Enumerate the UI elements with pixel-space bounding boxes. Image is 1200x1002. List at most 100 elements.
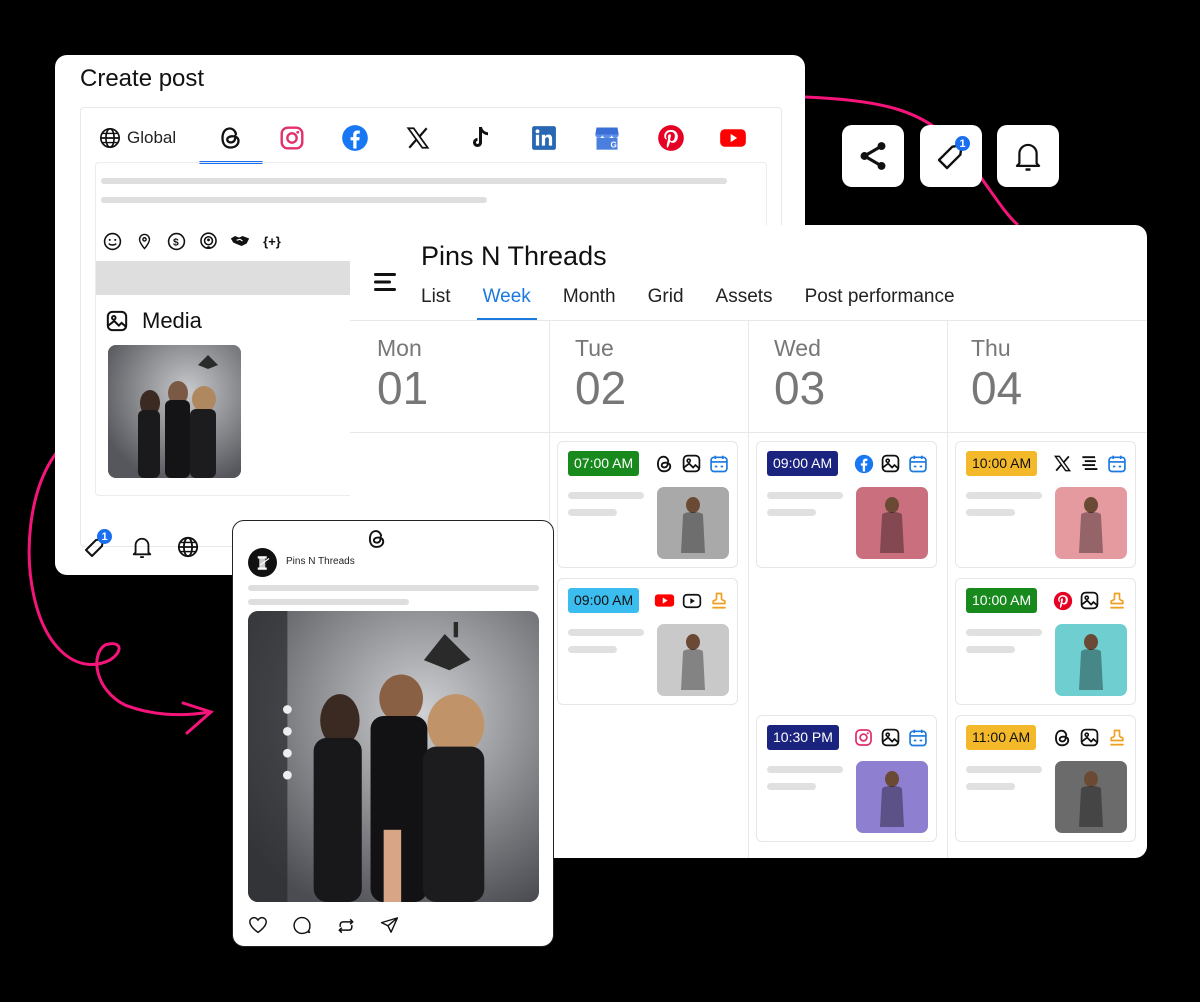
x-icon [406,127,430,149]
tab-tiktok[interactable] [469,118,493,158]
threads-icon [1052,727,1073,748]
post-thumbnail [657,487,729,559]
text-placeholder-line [966,646,1015,653]
variable-icon[interactable]: {+} [262,231,282,251]
editor-toolbar: $ {+} [102,231,282,251]
comment-button[interactable] [292,916,312,936]
media-thumbnail[interactable] [108,345,241,478]
linkedin-icon [532,126,556,150]
send-button[interactable] [380,916,399,936]
like-button[interactable] [248,916,268,936]
comment-icon [293,916,311,935]
google-business-icon: G [595,127,619,150]
tab-youtube[interactable] [719,118,747,158]
globe-icon [100,128,120,148]
stamp-icon [1106,590,1127,611]
text-placeholder-line [966,509,1015,516]
menu-button[interactable] [373,271,397,293]
emoji-icon[interactable] [102,231,122,251]
calendar-icon [907,453,928,474]
scheduled-post-card[interactable]: 09:00 AM [756,441,937,568]
tab-linkedin[interactable] [531,118,557,158]
scheduled-post-card[interactable]: 07:00 AM [557,441,738,568]
brand-name: Pins N Threads [421,241,607,271]
post-icons [1052,590,1127,611]
instagram-icon [280,126,304,150]
post-actions [248,916,399,936]
tab-pinterest[interactable] [657,118,685,158]
tab-threads[interactable] [199,118,263,164]
tiktok-icon [473,127,488,147]
repost-button[interactable] [336,916,356,936]
calendar-icon [1106,453,1127,474]
tab-month[interactable]: Month [557,285,622,320]
avatar [248,548,277,577]
create-post-title: Create post [80,65,205,92]
pinterest-icon [1052,590,1073,611]
podcast-icon[interactable] [198,231,218,251]
day-date: 04 [971,362,1023,414]
globe-button[interactable] [177,536,199,558]
threads-icon [221,127,240,149]
post-icons [654,590,729,611]
dollar-icon[interactable]: $ [166,231,186,251]
day-name: Tue [575,335,614,361]
text-placeholder-line [248,585,539,591]
repost-icon [338,918,354,934]
tag-float-button[interactable]: 1 [920,125,982,187]
tag-count-badge: 1 [955,136,970,151]
facebook-icon [853,453,874,474]
notification-button[interactable] [131,535,153,559]
x-icon [1052,453,1073,474]
tab-x[interactable] [405,118,431,158]
editor-divider-bar [96,261,356,295]
text-icon [1079,453,1100,474]
tab-global[interactable]: Global [99,118,176,158]
text-placeholder-line [966,766,1042,773]
media-label: Media [142,308,202,333]
text-placeholder-line [966,492,1042,499]
text-placeholder-line [767,766,843,773]
tab-week[interactable]: Week [476,285,538,320]
scheduled-post-card[interactable]: 10:00 AM [955,441,1136,568]
post-thumbnail [1055,761,1127,833]
video-icon [681,590,702,611]
tab-assets[interactable]: Assets [710,285,779,320]
tab-google-business[interactable]: G [593,118,621,158]
post-time-badge: 07:00 AM [568,451,640,476]
tab-post-performance[interactable]: Post performance [799,285,961,320]
handshake-icon[interactable] [230,231,250,251]
post-image [248,611,539,902]
tab-instagram[interactable] [279,118,305,158]
text-placeholder-line [767,783,816,790]
day-header-thu: Thu 04 [971,335,1022,412]
tag-button[interactable]: 1 [83,529,112,559]
notification-float-button[interactable] [997,125,1059,187]
global-label: Global [127,128,177,147]
tab-facebook[interactable] [341,118,369,158]
view-tabs: List Week Month Grid Assets Post performance [421,285,981,320]
text-placeholder-line [966,783,1015,790]
create-post-footer: 1 [83,529,199,559]
post-icons [654,453,729,474]
tab-grid[interactable]: Grid [642,285,690,320]
column-divider [748,320,749,858]
facebook-icon [342,125,368,151]
day-name: Thu [971,335,1011,361]
image-icon [681,453,702,474]
post-icons [853,727,928,748]
location-icon[interactable] [134,231,154,251]
scheduled-post-card[interactable]: 09:00 AM [557,578,738,705]
image-icon [1079,727,1100,748]
media-section-header: Media [106,308,202,334]
tab-list[interactable]: List [421,285,457,320]
post-thumbnail [1055,624,1127,696]
spool-icon [257,555,269,570]
scheduled-post-card[interactable]: 10:00 AM [955,578,1136,705]
share-button[interactable] [842,125,904,187]
scheduled-post-card[interactable]: 10:30 PM [756,715,937,842]
text-placeholder-line [101,178,727,184]
text-placeholder-line [568,492,644,499]
scheduled-post-card[interactable]: 11:00 AM [955,715,1136,842]
post-time-badge: 10:30 PM [767,725,839,750]
